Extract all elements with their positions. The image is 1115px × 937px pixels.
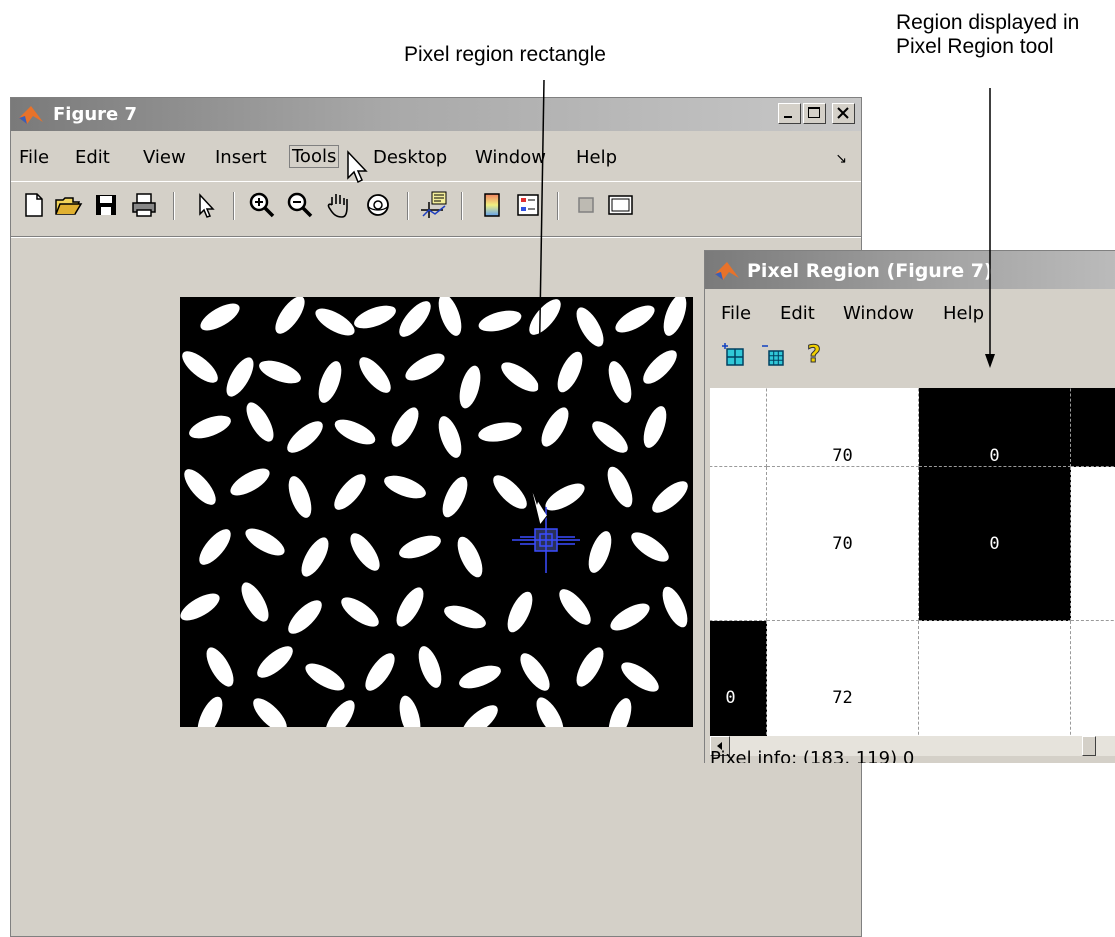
zoom-in-icon[interactable] [247, 190, 277, 220]
pixel-cell [1071, 388, 1115, 467]
pixel-value-grid[interactable]: 70 0 70 0 0 72 [710, 388, 1115, 736]
new-file-icon[interactable] [19, 190, 49, 220]
menu-view[interactable]: View [143, 147, 186, 168]
pixel-region-menubar: File Edit Window Help [705, 299, 1115, 325]
pixel-cell: 0 [710, 621, 767, 736]
menu-insert[interactable]: Insert [215, 147, 267, 168]
pixel-cell [1071, 467, 1115, 621]
pixel-cell: 70 [767, 388, 919, 467]
minimize-button[interactable] [778, 103, 801, 124]
pixel-cell [710, 388, 767, 467]
print-icon[interactable] [129, 190, 159, 220]
open-folder-icon[interactable] [53, 190, 83, 220]
pixel-region-titlebar[interactable]: Pixel Region (Figure 7) [705, 251, 1115, 289]
figure-menubar: File Edit View Insert Tools Desktop Wind… [11, 143, 861, 171]
matlab-logo-icon [17, 104, 45, 131]
pointer-icon[interactable] [191, 190, 221, 220]
menu-window[interactable]: Window [475, 147, 546, 168]
menu-edit[interactable]: Edit [75, 147, 110, 168]
pixel-region-title: Pixel Region (Figure 7) [747, 260, 993, 282]
zoom-out-icon[interactable] [285, 190, 315, 220]
dock-arrow-icon[interactable]: ↘ [835, 151, 847, 167]
pr-menu-window[interactable]: Window [843, 303, 914, 324]
pixel-cell [919, 621, 1071, 736]
pixel-cell: 0 [919, 388, 1071, 467]
pixel-region-toolbar: ? [705, 334, 1115, 374]
save-icon[interactable] [91, 190, 121, 220]
binary-rice-image[interactable] [180, 297, 693, 727]
svg-text:?: ? [807, 340, 821, 368]
menu-help[interactable]: Help [576, 147, 617, 168]
expand-grid-icon[interactable] [719, 340, 749, 370]
colorbar-icon[interactable] [477, 190, 507, 220]
hide-plot-tools-icon[interactable] [571, 190, 601, 220]
pr-menu-file[interactable]: File [721, 303, 751, 324]
callout-region-displayed-line1: Region displayed in [896, 11, 1080, 34]
callout-region-displayed-line2: Pixel Region tool [896, 35, 1054, 58]
pan-hand-icon[interactable] [323, 190, 353, 220]
figure-titlebar[interactable]: Figure 7 [11, 98, 861, 131]
figure-toolbar [11, 181, 861, 226]
show-plot-tools-icon[interactable] [605, 190, 635, 220]
pixel-cell: 0 [919, 467, 1071, 621]
pr-menu-help[interactable]: Help [943, 303, 984, 324]
callout-pixel-region-rectangle: Pixel region rectangle [404, 43, 606, 66]
help-icon[interactable]: ? [799, 338, 829, 369]
menu-file[interactable]: File [19, 147, 49, 168]
pixel-info-text: Pixel info: (183, 119) 0 [710, 748, 915, 763]
legend-icon[interactable] [513, 190, 543, 220]
pixel-cell: 70 [767, 467, 919, 621]
pixel-cell [1071, 621, 1115, 736]
data-cursor-icon[interactable] [419, 190, 449, 220]
rotate-3d-icon[interactable] [363, 190, 393, 220]
maximize-button[interactable] [803, 103, 826, 124]
close-button[interactable] [832, 103, 855, 124]
pr-menu-edit[interactable]: Edit [780, 303, 815, 324]
pixel-cell: 72 [767, 621, 919, 736]
pixel-region-window: Pixel Region (Figure 7) File Edit Window… [704, 250, 1115, 763]
matlab-logo-icon [713, 260, 741, 287]
scroll-thumb[interactable] [1082, 736, 1096, 756]
pixel-cell [710, 467, 767, 621]
menu-pointer-icon [347, 150, 368, 184]
shrink-grid-icon[interactable] [759, 340, 789, 370]
figure-title: Figure 7 [53, 104, 138, 125]
menu-tools[interactable]: Tools [289, 145, 340, 168]
menu-desktop[interactable]: Desktop [373, 147, 447, 168]
